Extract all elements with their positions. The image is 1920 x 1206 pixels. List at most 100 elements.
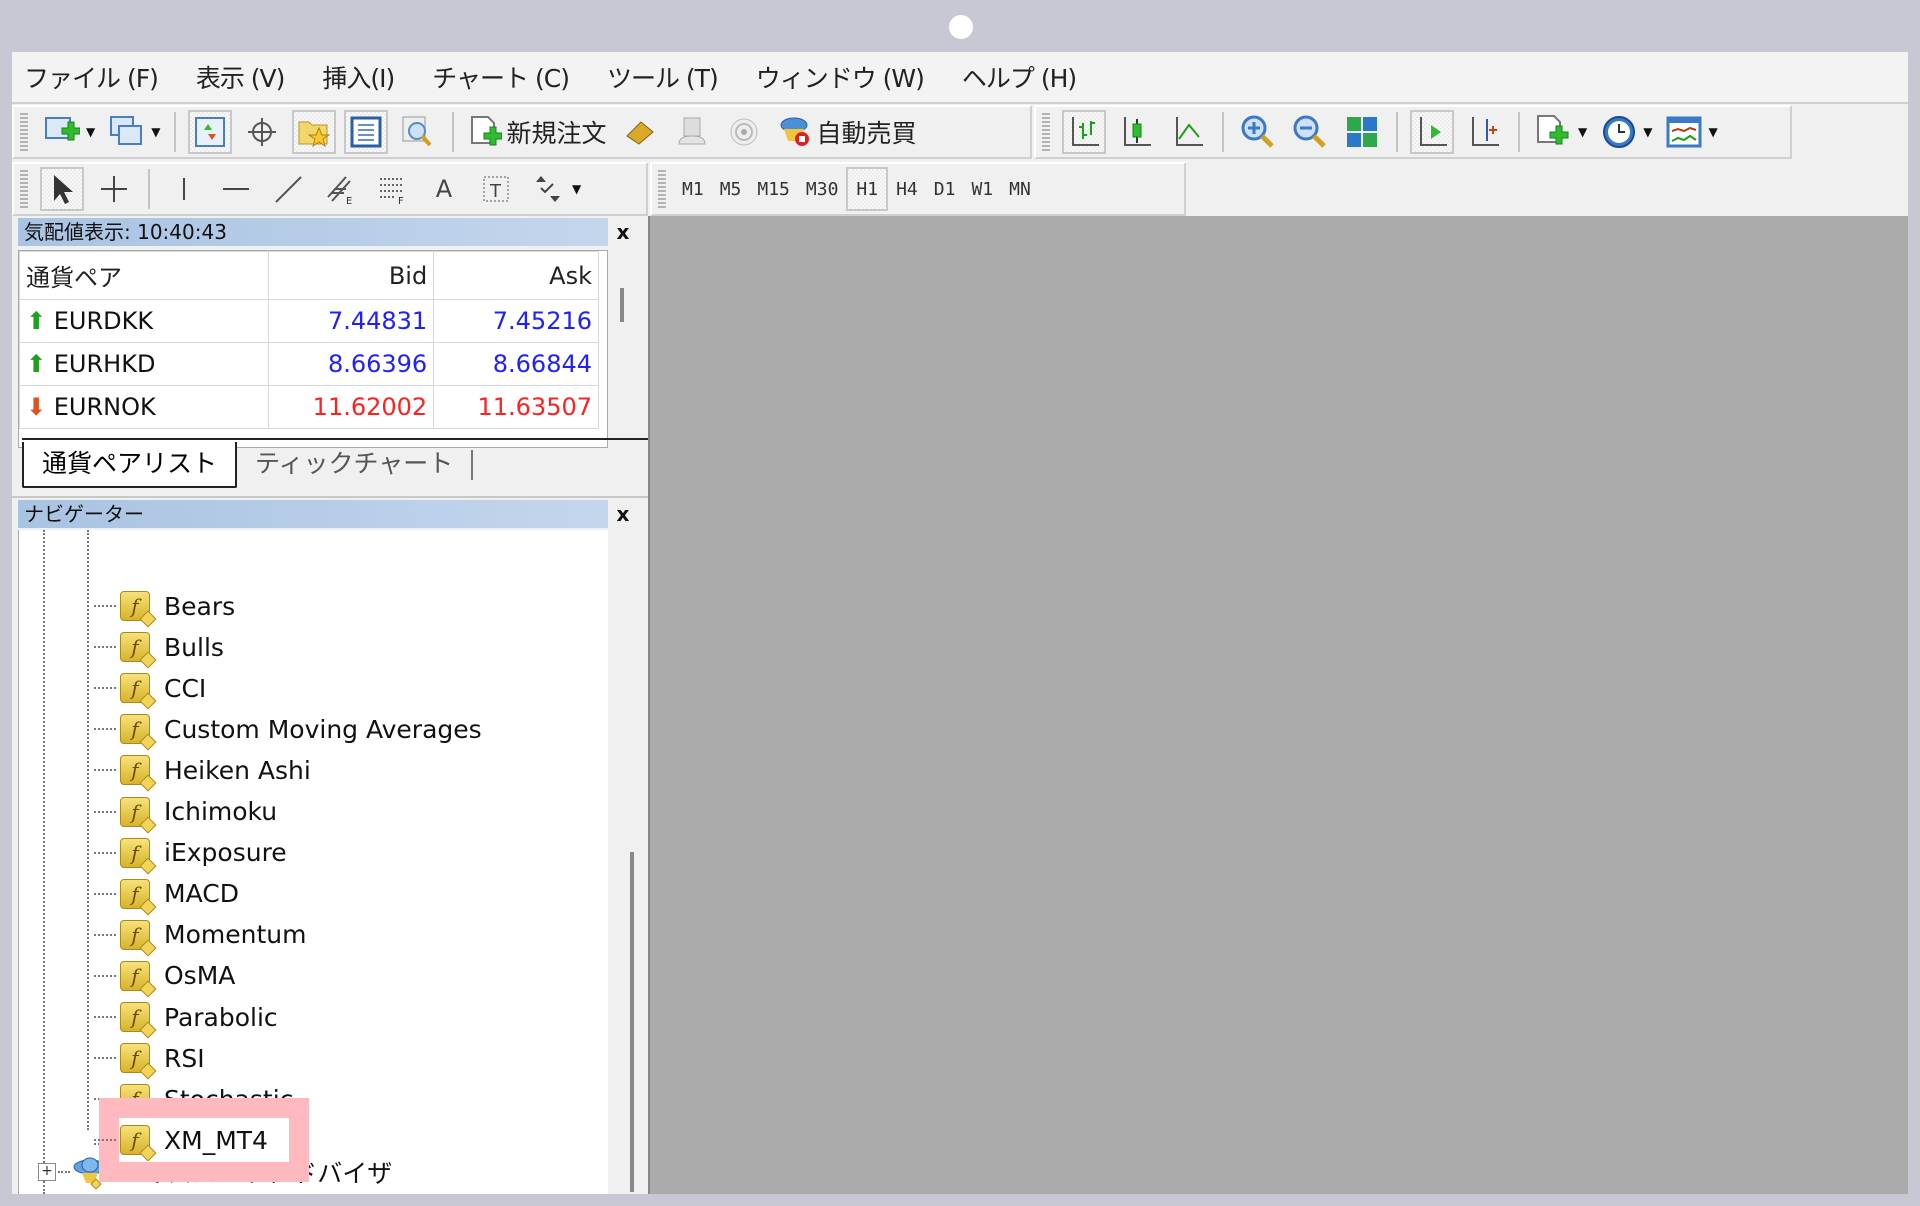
navigator-button[interactable] xyxy=(292,110,337,154)
tree-item-indicator[interactable]: f RSI xyxy=(94,1038,205,1078)
tree-item-indicator[interactable]: f MACD xyxy=(94,874,239,914)
templates-button[interactable] xyxy=(1662,110,1706,154)
menu-window[interactable]: ウィンドウ (W) xyxy=(756,59,925,95)
tree-item-indicator[interactable]: f Bears xyxy=(94,586,235,626)
market-watch-table: 通貨ペア Bid Ask ⬆ EURDKK 7.44831 7.45216 ⬆ … xyxy=(18,251,599,429)
bar-chart-button[interactable] xyxy=(1062,110,1106,154)
timeframe-h4[interactable]: H4 xyxy=(888,167,926,211)
trendline-button[interactable] xyxy=(266,167,310,211)
timeframe-w1[interactable]: W1 xyxy=(963,167,1001,211)
tab-tick-chart[interactable]: ティックチャート xyxy=(237,442,471,488)
menu-view[interactable]: 表示 (V) xyxy=(196,59,286,95)
tester-icon xyxy=(402,116,432,147)
indicators-button[interactable] xyxy=(1532,110,1576,154)
chevron-down-icon[interactable]: ▼ xyxy=(1578,125,1587,139)
tree-item-indicator[interactable]: f Bulls xyxy=(94,627,224,667)
tree-item-indicator[interactable]: f Heiken Ashi xyxy=(94,750,311,790)
tree-line xyxy=(43,530,45,1194)
chart-shift-icon xyxy=(1472,117,1499,146)
zoom-out-button[interactable] xyxy=(1288,110,1332,154)
tree-item-indicator[interactable]: f Ichimoku xyxy=(94,792,277,832)
timeframe-m30[interactable]: M30 xyxy=(798,167,847,211)
navigator-scrollbar-thumb[interactable] xyxy=(630,852,634,1192)
tree-item-indicator[interactable]: f Momentum xyxy=(94,915,306,955)
timeframe-d1[interactable]: D1 xyxy=(926,167,964,211)
chevron-down-icon[interactable]: ▼ xyxy=(151,125,160,139)
toolbar-grip[interactable] xyxy=(658,170,666,208)
terminal-button[interactable] xyxy=(344,110,389,154)
data-window-button[interactable] xyxy=(240,110,284,154)
toolbar-grip[interactable] xyxy=(20,113,28,151)
timeframe-mn[interactable]: MN xyxy=(1001,167,1039,211)
expand-icon[interactable]: + xyxy=(38,1163,56,1181)
toolbar-grip[interactable] xyxy=(20,170,28,208)
arrow-up-icon: ⬆ xyxy=(26,350,47,378)
table-row[interactable]: ⬆ EURHKD 8.66396 8.66844 xyxy=(18,342,599,386)
chevron-down-icon[interactable]: ▼ xyxy=(1708,125,1717,139)
tab-symbols[interactable]: 通貨ペアリスト xyxy=(22,442,238,488)
tree-item-indicator[interactable]: f CCI xyxy=(94,668,206,708)
zoom-in-button[interactable] xyxy=(1236,110,1280,154)
candle-chart-button[interactable] xyxy=(1114,110,1158,154)
vertical-line-button[interactable] xyxy=(162,167,206,211)
window-indicator-dot xyxy=(949,15,973,39)
timeframe-m15[interactable]: M15 xyxy=(749,167,798,211)
horizontal-line-button[interactable] xyxy=(214,167,258,211)
chevron-down-icon[interactable]: ▼ xyxy=(572,182,581,196)
menu-file[interactable]: ファイル (F) xyxy=(24,59,159,95)
menu-chart[interactable]: チャート (C) xyxy=(432,59,570,95)
menu-help[interactable]: ヘルプ (H) xyxy=(962,59,1077,95)
new-chart-button[interactable] xyxy=(40,110,84,154)
chart-shift-button[interactable] xyxy=(1462,110,1506,154)
tree-item-indicator[interactable]: f XM_MT4 xyxy=(94,1120,268,1160)
text-button[interactable]: A xyxy=(422,167,466,211)
navigator-close-button[interactable]: x xyxy=(610,500,636,528)
fibonacci-button[interactable]: F xyxy=(370,167,414,211)
candlestick-icon xyxy=(1124,117,1151,146)
tree-item-indicator[interactable]: f Custom Moving Averages xyxy=(94,709,482,749)
strategy-tester-button[interactable] xyxy=(396,110,440,154)
vps-button[interactable] xyxy=(670,110,714,154)
chart-area[interactable] xyxy=(648,216,1908,1194)
timeframe-h1[interactable]: H1 xyxy=(846,167,889,211)
equidistant-channel-button[interactable]: E xyxy=(318,167,362,211)
auto-trading-icon xyxy=(780,117,810,146)
tile-windows-button[interactable] xyxy=(1340,110,1384,154)
tree-connector xyxy=(94,1139,116,1141)
column-header-ask[interactable]: Ask xyxy=(433,251,599,300)
timeframe-m5[interactable]: M5 xyxy=(712,167,750,211)
indicator-label: CCI xyxy=(164,673,207,703)
column-header-symbol[interactable]: 通貨ペア xyxy=(18,251,270,300)
tree-connector xyxy=(94,687,116,690)
timeframe-m1[interactable]: M1 xyxy=(674,167,712,211)
market-watch-close-button[interactable]: x xyxy=(610,218,636,246)
line-chart-button[interactable] xyxy=(1166,110,1210,154)
tree-item-indicator[interactable]: f iExposure xyxy=(94,833,287,873)
text-label-button[interactable]: T xyxy=(474,167,518,211)
market-watch-scrollbar-thumb[interactable] xyxy=(620,288,624,322)
horizontal-line-icon xyxy=(223,188,249,190)
menu-tools[interactable]: ツール (T) xyxy=(607,59,719,95)
metaeditor-button[interactable] xyxy=(618,110,662,154)
tree-item-indicator[interactable]: f Parabolic xyxy=(94,997,278,1037)
signals-button[interactable] xyxy=(722,110,766,154)
column-header-bid[interactable]: Bid xyxy=(268,251,435,300)
table-row[interactable]: ⬆ EURDKK 7.44831 7.45216 xyxy=(18,299,599,343)
menu-insert[interactable]: 挿入(I) xyxy=(322,59,395,95)
table-row[interactable]: ⬇ EURNOK 11.62002 11.63507 xyxy=(18,385,599,429)
auto-trading-button[interactable]: 自動売買 xyxy=(774,110,920,154)
profiles-button[interactable] xyxy=(105,110,149,154)
market-watch-button[interactable] xyxy=(188,110,233,154)
auto-scroll-button[interactable] xyxy=(1410,110,1454,154)
toolbar-grip[interactable] xyxy=(1042,113,1050,151)
crosshair-tool-button[interactable] xyxy=(92,167,136,211)
chevron-down-icon[interactable]: ▼ xyxy=(86,125,95,139)
periods-button[interactable] xyxy=(1597,110,1641,154)
profiles-icon xyxy=(110,116,143,145)
chevron-down-icon[interactable]: ▼ xyxy=(1643,125,1652,139)
cursor-button[interactable] xyxy=(40,167,84,211)
arrows-button[interactable] xyxy=(526,167,570,211)
new-order-button[interactable]: 新規注文 xyxy=(466,110,610,154)
tab-separator xyxy=(471,450,474,480)
tree-item-indicator[interactable]: f OsMA xyxy=(94,956,235,996)
